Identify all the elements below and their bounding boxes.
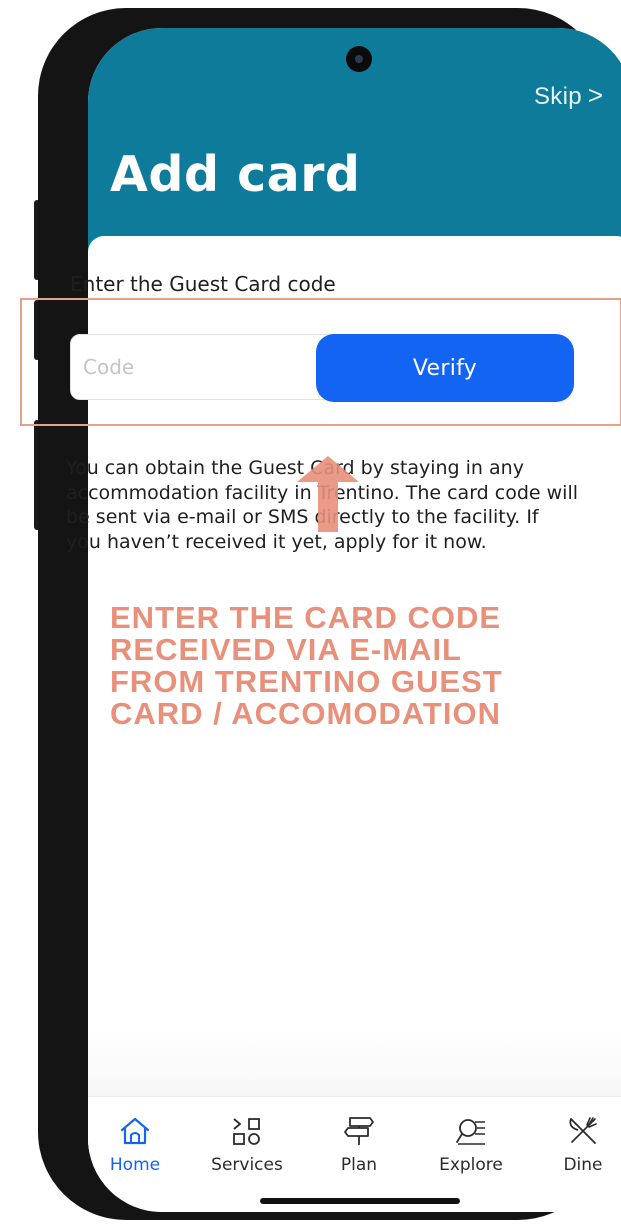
page-title: Add card: [110, 146, 361, 203]
tab-explore-label: Explore: [439, 1155, 503, 1175]
annotation-line: RECEIVED VIA E-MAIL: [110, 632, 462, 667]
tab-dine-label: Dine: [563, 1155, 603, 1175]
skip-label: Skip: [534, 83, 582, 110]
tab-home-label: Home: [109, 1155, 161, 1175]
annotation-highlight-box: [20, 298, 621, 426]
header: Skip > Add card: [88, 28, 621, 254]
home-indicator[interactable]: [260, 1198, 460, 1204]
tab-services-label: Services: [211, 1155, 283, 1175]
tab-plan[interactable]: Plan: [314, 1115, 404, 1175]
annotation-line: FROM TRENTINO GUEST: [110, 664, 503, 699]
tab-dine[interactable]: Dine: [538, 1115, 621, 1175]
tab-plan-label: Plan: [340, 1155, 378, 1175]
code-field-label: Enter the Guest Card code: [70, 272, 336, 296]
tab-explore[interactable]: Explore: [426, 1115, 516, 1175]
home-icon: [120, 1117, 150, 1145]
signpost-icon: [344, 1117, 374, 1145]
tab-services[interactable]: Services: [202, 1115, 292, 1175]
front-camera: [346, 46, 372, 72]
tab-home[interactable]: Home: [90, 1115, 180, 1175]
tab-bar: Home Services Plan Explore Dine: [88, 1096, 621, 1212]
explore-icon: [456, 1119, 485, 1145]
annotation-line: ENTER THE CARD CODE: [110, 600, 502, 635]
fork-knife-icon: [569, 1117, 597, 1144]
annotation-text: ENTER THE CARD CODE RECEIVED VIA E-MAIL …: [110, 602, 610, 730]
services-icon: [233, 1118, 260, 1145]
annotation-line: CARD / ACCOMODATION: [110, 696, 501, 731]
chevron-right-icon: >: [587, 80, 604, 110]
skip-button[interactable]: Skip >: [534, 80, 603, 111]
annotation-arrow-icon: [297, 456, 359, 532]
